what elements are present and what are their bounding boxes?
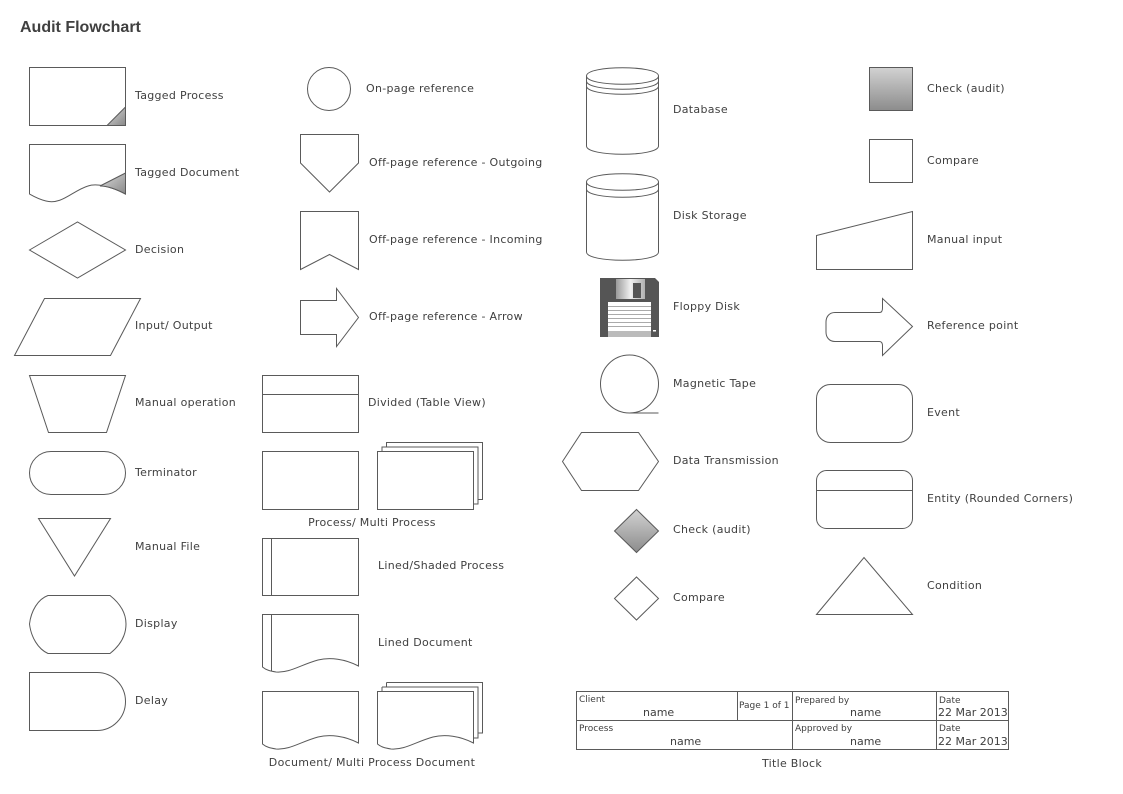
decision-label: Decision <box>135 243 185 256</box>
on-page-reference-shape[interactable] <box>307 67 351 111</box>
off-page-outgoing-label: Off-page reference - Outgoing <box>369 156 543 169</box>
database-shape[interactable] <box>586 67 659 155</box>
compare-square-label: Compare <box>927 154 979 167</box>
title-block-approved-by-value[interactable]: name <box>850 735 881 748</box>
lined-shaded-process-label: Lined/Shaded Process <box>378 559 505 572</box>
manual-input-label: Manual input <box>927 233 1003 246</box>
title-block-date1-label: Date <box>939 696 961 706</box>
data-transmission-shape[interactable] <box>561 432 660 491</box>
title-block-client-label: Client <box>579 695 606 705</box>
terminator-shape[interactable] <box>29 451 126 495</box>
compare-square-shape[interactable] <box>869 139 913 183</box>
manual-input-shape[interactable] <box>816 210 913 270</box>
off-page-arrow-label: Off-page reference - Arrow <box>369 310 523 323</box>
check-audit-diamond-label: Check (audit) <box>673 523 751 536</box>
entity-rounded-label: Entity (Rounded Corners) <box>927 492 1074 505</box>
title-block-process-value[interactable]: name <box>670 735 701 748</box>
lined-document-shape[interactable] <box>262 614 359 673</box>
compare-diamond-shape[interactable] <box>613 576 660 621</box>
magnetic-tape-shape[interactable] <box>600 354 659 414</box>
manual-operation-label: Manual operation <box>135 396 237 409</box>
entity-rounded-shape[interactable] <box>816 470 913 529</box>
manual-operation-shape[interactable] <box>28 375 127 433</box>
display-shape[interactable] <box>28 595 127 654</box>
off-page-incoming-shape[interactable] <box>300 211 359 271</box>
magnetic-tape-label: Magnetic Tape <box>673 377 757 390</box>
reference-point-label: Reference point <box>927 319 1019 332</box>
floppy-disk-label: Floppy Disk <box>673 300 741 313</box>
title-block-prepared-by-value[interactable]: name <box>850 706 881 719</box>
disk-storage-shape[interactable] <box>586 173 659 261</box>
check-audit-square-shape[interactable] <box>869 67 913 111</box>
title-block-caption: Title Block <box>761 757 823 770</box>
divided-table-view-shape[interactable] <box>262 375 359 433</box>
off-page-outgoing-shape[interactable] <box>300 134 359 193</box>
title-block-date1-value[interactable]: 22 Mar 2013 <box>938 706 1008 719</box>
input-output-shape[interactable] <box>13 298 142 356</box>
document-shape[interactable] <box>262 691 359 750</box>
title-block-client-value[interactable]: name <box>643 706 674 719</box>
tagged-process-label: Tagged Process <box>135 89 224 102</box>
disk-storage-label: Disk Storage <box>673 209 747 222</box>
event-shape[interactable] <box>816 384 913 443</box>
title-block-date2-value[interactable]: 22 Mar 2013 <box>938 735 1008 748</box>
divided-table-view-label: Divided (Table View) <box>368 396 486 409</box>
on-page-reference-label: On-page reference <box>366 82 475 95</box>
title-block-process-label: Process <box>579 724 614 734</box>
process-shape[interactable] <box>262 451 359 510</box>
manual-file-label: Manual File <box>135 540 201 553</box>
title-block-page-text: Page 1 of 1 <box>739 701 790 711</box>
floppy-disk-icon[interactable] <box>600 278 659 337</box>
delay-label: Delay <box>135 694 169 707</box>
tagged-process-shape[interactable] <box>29 67 126 126</box>
condition-shape[interactable] <box>815 556 914 615</box>
condition-label: Condition <box>927 579 983 592</box>
terminator-label: Terminator <box>135 466 197 479</box>
title-block-date2-label: Date <box>939 724 961 734</box>
process-multi-process-label: Process/ Multi Process <box>308 516 436 529</box>
data-transmission-label: Data Transmission <box>673 454 779 467</box>
database-label: Database <box>673 103 728 116</box>
lined-shaded-process-shape[interactable] <box>262 538 359 596</box>
title-block-prepared-by-label: Prepared by <box>795 696 850 706</box>
off-page-incoming-label: Off-page reference - Incoming <box>369 233 543 246</box>
reference-point-shape[interactable] <box>825 297 914 357</box>
off-page-arrow-shape[interactable] <box>300 287 360 348</box>
multi-document-shape[interactable] <box>377 682 483 750</box>
lined-document-label: Lined Document <box>378 636 473 649</box>
display-label: Display <box>135 617 178 630</box>
compare-diamond-label: Compare <box>673 591 725 604</box>
event-label: Event <box>927 406 961 419</box>
manual-file-shape[interactable] <box>37 518 112 577</box>
delay-shape[interactable] <box>29 672 126 731</box>
decision-shape[interactable] <box>28 221 127 279</box>
title-block-approved-by-label: Approved by <box>795 724 853 734</box>
check-audit-diamond-shape[interactable] <box>613 508 660 554</box>
multi-process-shape[interactable] <box>377 442 483 510</box>
input-output-label: Input/ Output <box>135 319 213 332</box>
tagged-document-label: Tagged Document <box>135 166 240 179</box>
document-multi-document-label: Document/ Multi Process Document <box>268 756 476 769</box>
tagged-document-shape[interactable] <box>29 144 126 203</box>
check-audit-square-label: Check (audit) <box>927 82 1005 95</box>
